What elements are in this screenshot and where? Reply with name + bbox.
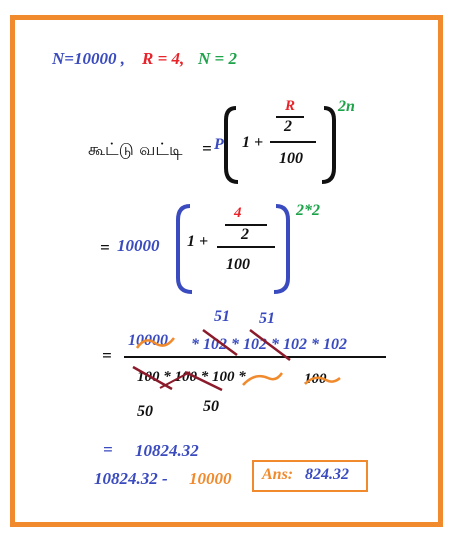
math-strokes [132,106,341,392]
step1-left-bracket [176,204,193,294]
cancel-stroke-100-c [184,370,223,392]
cancel-stroke-102-a [202,328,238,357]
cancel-stroke-100-e [304,376,341,385]
cancel-stroke-100-b [159,371,191,389]
cancel-stroke-100-d [242,372,284,386]
cancel-stroke-102-b [249,329,291,361]
formula-right-bracket [321,106,336,184]
cancel-stroke-10000 [135,337,175,349]
step1-right-bracket [273,204,290,294]
formula-left-bracket [224,106,239,184]
